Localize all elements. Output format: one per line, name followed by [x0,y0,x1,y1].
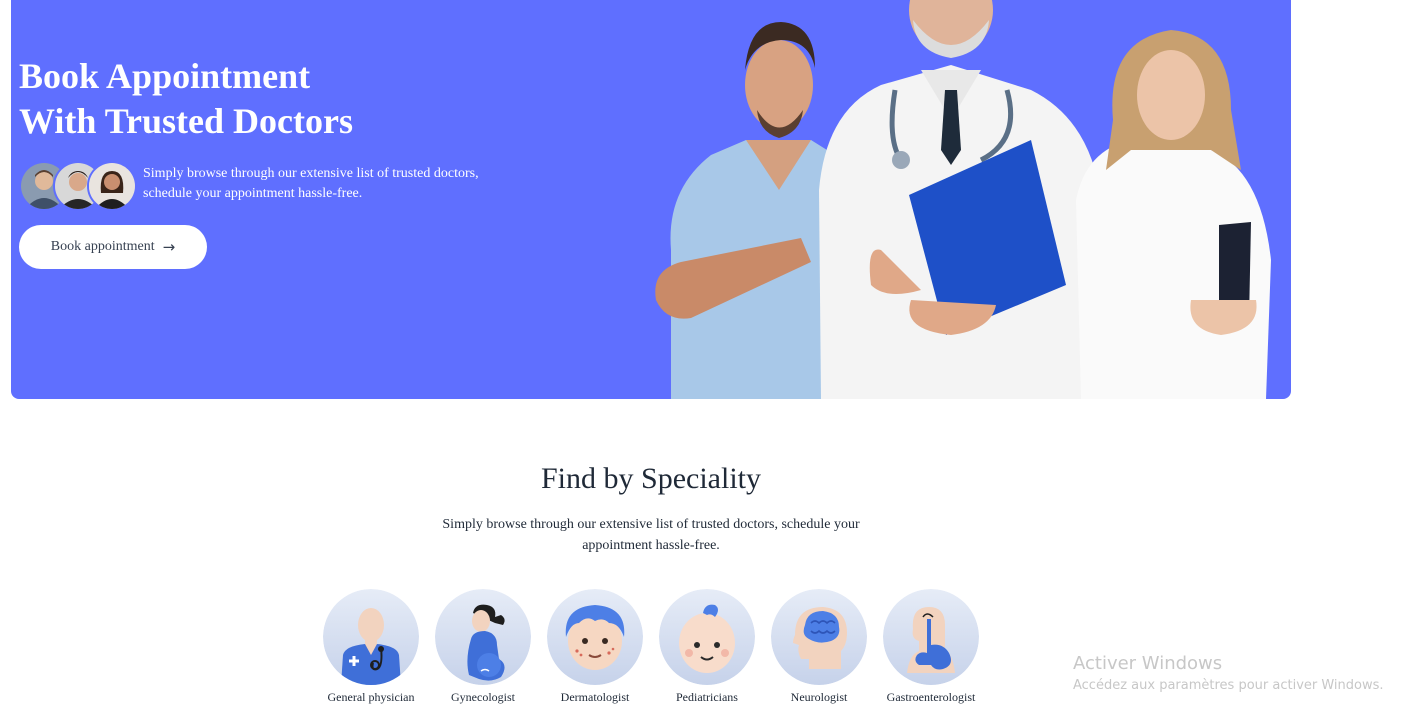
watermark-title: Activer Windows [1073,653,1223,674]
speciality-item-general-physician[interactable]: General physician [319,589,423,705]
hero-title-line-1: Book Appointment [19,56,311,96]
speciality-section-title: Find by Speciality [541,462,761,495]
speciality-label: Pediatricians [676,690,738,704]
speciality-label: Neurologist [790,690,848,704]
neurologist-icon [771,589,867,685]
avatar [87,161,137,211]
dermatologist-icon [547,589,643,685]
book-appointment-label: Book appointment [50,239,155,254]
speciality-item-pediatricians[interactable]: Pediatricians [655,589,759,705]
speciality-label: Gastroenterologist [886,690,976,704]
hero-subtitle: Simply browse through our extensive list… [143,164,493,204]
hero-subtitle-line-1: Simply browse through our extensive list… [143,166,479,181]
windows-activation-watermark: Activer Windows Accédez aux paramètres p… [1073,653,1384,697]
speciality-item-neurologist[interactable]: Neurologist [767,589,871,705]
doctor-avatars-group [19,161,137,211]
gynecologist-icon [435,589,531,685]
doctors-group-image [655,0,1271,399]
hero-title-line-2: With Trusted Doctors [19,101,354,141]
speciality-section-subtitle: Simply browse through our extensive list… [442,517,860,553]
general-physician-icon [323,589,419,685]
hero-subtitle-line-2: schedule your appointment hassle-free. [143,186,363,201]
speciality-label: General physician [327,690,415,704]
speciality-list: General physician Gynecologist Dermatolo… [319,589,989,713]
speciality-label: Gynecologist [451,690,515,704]
arrow-right-icon: → [162,238,176,256]
hero-banner: Book Appointment With Trusted Doctors Si… [11,0,1291,399]
book-appointment-button[interactable]: Book appointment → [19,225,207,269]
speciality-item-gastroenterologist[interactable]: Gastroenterologist [879,589,983,705]
gastroenterologist-icon [883,589,979,685]
speciality-item-dermatologist[interactable]: Dermatologist [543,589,647,705]
hero-title: Book Appointment With Trusted Doctors [19,54,353,144]
speciality-label: Dermatologist [560,690,630,704]
watermark-subtitle: Accédez aux paramètres pour activer Wind… [1073,678,1384,693]
speciality-item-gynecologist[interactable]: Gynecologist [431,589,535,705]
pediatricians-icon [659,589,755,685]
